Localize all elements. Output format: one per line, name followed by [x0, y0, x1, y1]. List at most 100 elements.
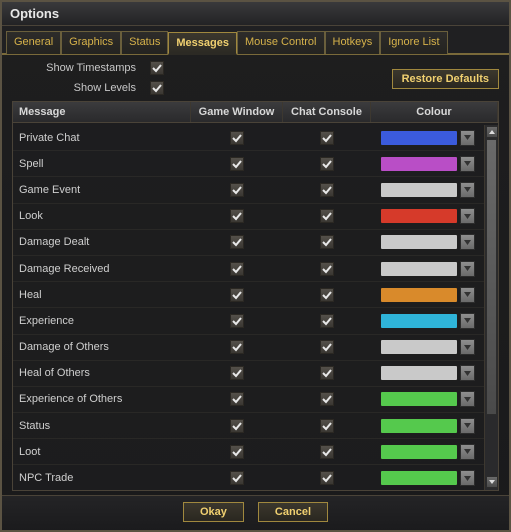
colour-dropdown-button[interactable]: [460, 234, 475, 250]
checkbox-chat-console[interactable]: [320, 183, 334, 197]
check-icon: [322, 473, 332, 483]
checkbox-chat-console[interactable]: [320, 340, 334, 354]
colour-picker[interactable]: [380, 261, 475, 277]
cell-colour: [371, 339, 484, 355]
checkbox-game-window[interactable]: [230, 183, 244, 197]
scrollbar-vertical[interactable]: [484, 125, 498, 490]
checkbox-chat-console[interactable]: [320, 419, 334, 433]
table-row: Game Event: [13, 177, 484, 203]
tab-messages[interactable]: Messages: [168, 32, 237, 55]
checkbox-game-window[interactable]: [230, 235, 244, 249]
checkbox-chat-console[interactable]: [320, 392, 334, 406]
tab-hotkeys[interactable]: Hotkeys: [325, 31, 381, 54]
cell-chat-console: [283, 340, 371, 354]
colour-dropdown-button[interactable]: [460, 470, 475, 486]
scroll-track[interactable]: [486, 139, 497, 476]
scroll-down-button[interactable]: [486, 476, 498, 488]
colour-dropdown-button[interactable]: [460, 182, 475, 198]
column-header-game-window[interactable]: Game Window: [191, 102, 283, 122]
colour-swatch: [380, 261, 458, 277]
cell-game-window: [191, 131, 283, 145]
cancel-button[interactable]: Cancel: [258, 502, 328, 522]
toggle-show-timestamps: Show Timestamps: [26, 61, 164, 75]
checkbox-game-window[interactable]: [230, 340, 244, 354]
message-name: Damage Dealt: [13, 236, 191, 248]
cell-colour: [371, 365, 484, 381]
checkbox-chat-console[interactable]: [320, 131, 334, 145]
colour-picker[interactable]: [380, 365, 475, 381]
tab-mouse-control[interactable]: Mouse Control: [237, 31, 325, 54]
tab-general[interactable]: General: [6, 31, 61, 54]
scroll-thumb[interactable]: [486, 139, 497, 415]
colour-dropdown-button[interactable]: [460, 130, 475, 146]
message-name: Loot: [13, 446, 191, 458]
check-icon: [232, 316, 242, 326]
checkbox-show-levels[interactable]: [150, 81, 164, 95]
checkbox-game-window[interactable]: [230, 445, 244, 459]
check-icon: [232, 133, 242, 143]
tab-status[interactable]: Status: [121, 31, 168, 54]
checkbox-game-window[interactable]: [230, 366, 244, 380]
check-icon: [322, 264, 332, 274]
table-row: Look: [13, 204, 484, 230]
checkbox-game-window[interactable]: [230, 471, 244, 485]
cell-game-window: [191, 392, 283, 406]
colour-picker[interactable]: [380, 444, 475, 460]
colour-dropdown-button[interactable]: [460, 287, 475, 303]
toggle-label: Show Timestamps: [26, 62, 136, 74]
colour-picker[interactable]: [380, 234, 475, 250]
checkbox-chat-console[interactable]: [320, 288, 334, 302]
colour-dropdown-button[interactable]: [460, 208, 475, 224]
colour-dropdown-button[interactable]: [460, 261, 475, 277]
checkbox-chat-console[interactable]: [320, 209, 334, 223]
checkbox-game-window[interactable]: [230, 209, 244, 223]
colour-picker[interactable]: [380, 313, 475, 329]
check-icon: [322, 368, 332, 378]
checkbox-game-window[interactable]: [230, 157, 244, 171]
colour-picker[interactable]: [380, 208, 475, 224]
colour-dropdown-button[interactable]: [460, 418, 475, 434]
tab-ignore-list[interactable]: Ignore List: [380, 31, 447, 54]
colour-picker[interactable]: [380, 182, 475, 198]
colour-dropdown-button[interactable]: [460, 365, 475, 381]
checkbox-chat-console[interactable]: [320, 471, 334, 485]
checkbox-show-timestamps[interactable]: [150, 61, 164, 75]
colour-dropdown-button[interactable]: [460, 339, 475, 355]
checkbox-game-window[interactable]: [230, 288, 244, 302]
checkbox-chat-console[interactable]: [320, 314, 334, 328]
column-header-chat-console[interactable]: Chat Console: [283, 102, 371, 122]
colour-picker[interactable]: [380, 130, 475, 146]
checkbox-chat-console[interactable]: [320, 157, 334, 171]
colour-picker[interactable]: [380, 470, 475, 486]
colour-dropdown-button[interactable]: [460, 156, 475, 172]
okay-button[interactable]: Okay: [183, 502, 244, 522]
checkbox-chat-console[interactable]: [320, 366, 334, 380]
checkbox-chat-console[interactable]: [320, 445, 334, 459]
checkbox-game-window[interactable]: [230, 131, 244, 145]
message-name: NPC Trade: [13, 472, 191, 484]
colour-picker[interactable]: [380, 287, 475, 303]
colour-dropdown-button[interactable]: [460, 313, 475, 329]
restore-defaults-button[interactable]: Restore Defaults: [392, 69, 499, 89]
checkbox-chat-console[interactable]: [320, 235, 334, 249]
scroll-up-button[interactable]: [486, 126, 498, 138]
colour-picker[interactable]: [380, 391, 475, 407]
checkbox-game-window[interactable]: [230, 262, 244, 276]
column-header-colour[interactable]: Colour: [371, 102, 498, 122]
chevron-up-icon: [489, 130, 495, 134]
colour-dropdown-button[interactable]: [460, 391, 475, 407]
tab-graphics[interactable]: Graphics: [61, 31, 121, 54]
colour-picker[interactable]: [380, 339, 475, 355]
checkbox-game-window[interactable]: [230, 419, 244, 433]
checkbox-game-window[interactable]: [230, 392, 244, 406]
cell-chat-console: [283, 419, 371, 433]
colour-dropdown-button[interactable]: [460, 444, 475, 460]
checkbox-chat-console[interactable]: [320, 262, 334, 276]
colour-picker[interactable]: [380, 156, 475, 172]
checkbox-game-window[interactable]: [230, 314, 244, 328]
column-header-message[interactable]: Message: [13, 102, 191, 122]
toggle-show-levels: Show Levels: [26, 81, 164, 95]
check-icon: [322, 133, 332, 143]
chevron-down-icon: [464, 266, 471, 271]
colour-picker[interactable]: [380, 418, 475, 434]
